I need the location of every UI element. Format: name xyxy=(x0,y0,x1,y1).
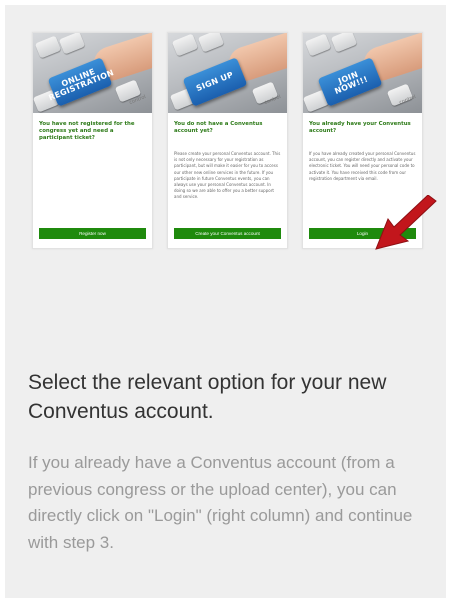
instruction-heading: Select the relevant option for your new … xyxy=(28,371,387,423)
key xyxy=(171,33,199,57)
key xyxy=(330,33,358,53)
blue-key: ONLINE REGISTRATION xyxy=(47,57,115,107)
card-title: You do not have a Conventus account yet? xyxy=(174,121,263,134)
keyboard-image: ONLINE REGISTRATION control xyxy=(33,33,152,113)
card-body: Please create your personal Conventus ac… xyxy=(174,151,281,200)
card-title: You have not registered for the congress… xyxy=(39,121,135,141)
instruction-description: If you already have a Conventus account … xyxy=(28,453,413,552)
register-card: ONLINE REGISTRATION control You have not… xyxy=(32,32,153,249)
instruction-panel: ONLINE REGISTRATION control You have not… xyxy=(5,5,446,598)
card-title: You already have your Conventus account? xyxy=(309,121,411,134)
blue-key: SIGN UP xyxy=(182,57,248,107)
register-now-button[interactable]: Register now xyxy=(39,228,146,239)
key xyxy=(304,33,332,57)
blue-key: JOIN NOW!!! xyxy=(317,57,383,107)
card-body: If you have already created your persona… xyxy=(309,151,416,181)
keyboard-image: JOIN NOW!!! control xyxy=(303,33,422,113)
arrow-pointer-icon xyxy=(375,195,437,250)
key xyxy=(34,35,62,59)
create-account-card: SIGN UP control You do not have a Conven… xyxy=(167,32,288,249)
registration-options-screenshot: ONLINE REGISTRATION control You have not… xyxy=(32,32,437,296)
create-account-button[interactable]: Create your Conventus account xyxy=(174,228,281,239)
key xyxy=(58,33,86,55)
keyboard-image: SIGN UP control xyxy=(168,33,287,113)
key xyxy=(197,33,225,53)
